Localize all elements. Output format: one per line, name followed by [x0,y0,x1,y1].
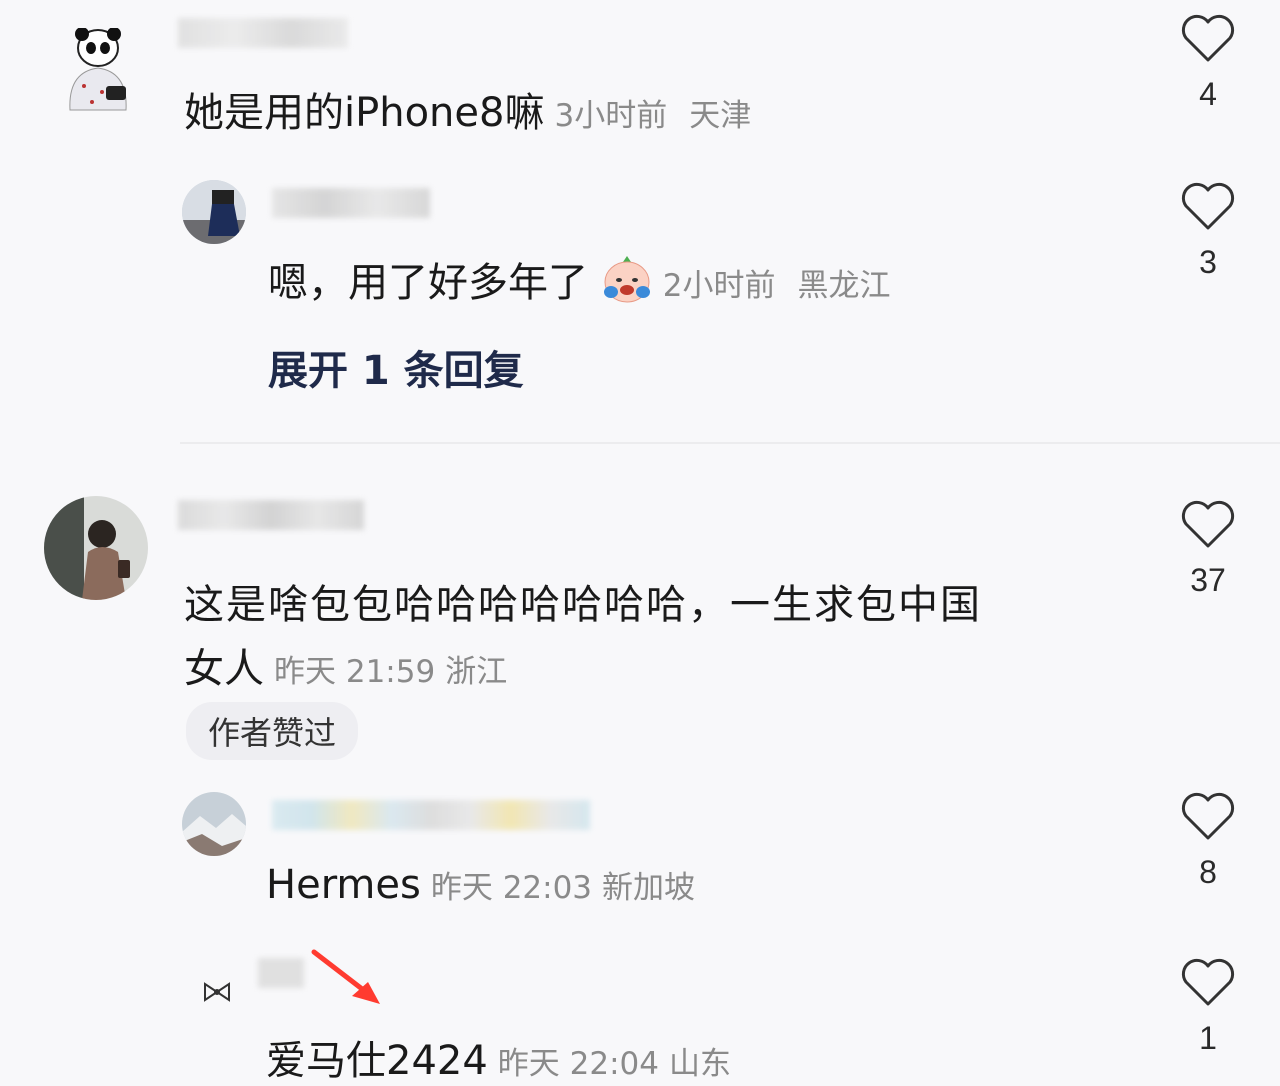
like-count: 8 [1199,854,1217,890]
like-count: 4 [1199,76,1217,112]
divider [180,442,1280,444]
username-redacted[interactable] [178,18,348,48]
heart-outline-icon [1181,958,1235,1006]
red-arrow-icon [310,948,386,1014]
like-button[interactable]: 4 [1178,14,1238,113]
like-count: 1 [1199,1020,1217,1056]
like-count: 37 [1190,562,1226,598]
like-button[interactable]: 3 [1178,182,1238,281]
avatar[interactable] [182,180,246,244]
username-redacted[interactable] [272,188,430,218]
like-button[interactable]: 1 [1178,958,1238,1057]
expand-replies-link[interactable]: 展开 1 条回复 [268,338,524,396]
comment-text-line1: 这是啥包包哈哈哈哈哈哈哈，一生求包中国 [184,582,982,628]
like-button[interactable]: 8 [1178,792,1238,891]
heart-outline-icon [1181,792,1235,840]
avatar[interactable] [62,28,134,114]
like-count: 3 [1199,244,1217,280]
author-liked-badge: 作者赞过 [186,702,359,760]
heart-outline-icon [1181,500,1235,548]
avatar[interactable] [44,496,148,600]
heart-outline-icon [1181,14,1235,62]
comment-text: 嗯，用了好多年了 2小时前 黑龙江 [268,250,890,314]
avatar[interactable] [182,792,246,856]
crying-emoji-icon [601,254,653,314]
username-redacted[interactable] [272,800,590,830]
like-button[interactable]: 37 [1178,500,1238,599]
username-redacted[interactable] [178,500,364,530]
username-redacted[interactable] [258,958,304,988]
comment-text: Hermes 昨天 22:03 新加坡 [266,862,696,908]
heart-outline-icon [1181,182,1235,230]
comment-text: 爱马仕2424 昨天 22:04 山东 [266,1038,731,1084]
comment-text-line2: 女人 昨天 21:59 浙江 [184,646,508,692]
bow-icon[interactable] [202,980,232,1008]
comment-text: 她是用的iPhone8嘛 3小时前 天津 [184,90,752,136]
